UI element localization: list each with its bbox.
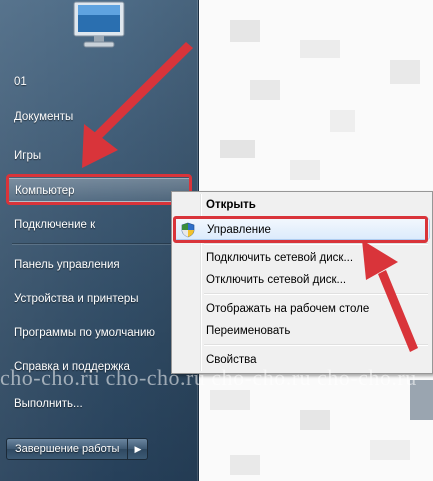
arrow-to-computer — [82, 42, 193, 168]
annotation-arrows — [82, 42, 418, 352]
arrow-to-manage — [362, 240, 418, 352]
watermark: cho-cho.ru cho-cho.ru cho-cho.ru cho-cho… — [0, 365, 417, 390]
